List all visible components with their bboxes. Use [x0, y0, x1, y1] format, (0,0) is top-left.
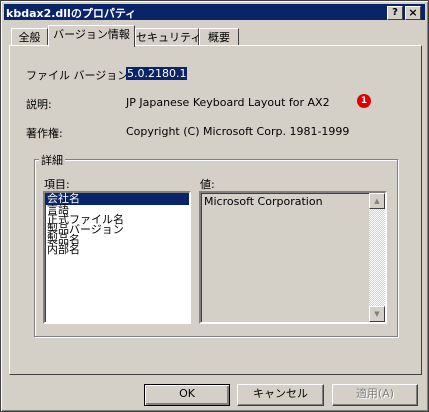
scroll-up-icon[interactable]: ▲ — [369, 193, 385, 209]
value-textbox[interactable]: Microsoft Corporation ▲ ▼ — [199, 191, 387, 324]
file-version-label: ファイル バージョン: — [26, 69, 132, 82]
value-label: 値: — [200, 178, 215, 191]
details-group-label: 詳細 — [39, 152, 65, 168]
file-version-value[interactable]: 5.0.2180.1 — [126, 67, 188, 80]
scroll-down-icon[interactable]: ▼ — [369, 306, 385, 322]
description-value[interactable]: JP Japanese Keyboard Layout for AX2 — [126, 96, 330, 109]
copyright-label: 著作権: — [26, 127, 63, 140]
annotation-marker: 1 — [357, 94, 371, 108]
items-label: 項目: — [44, 178, 70, 191]
window-title: kbdax2.dllのプロパティ — [6, 7, 137, 20]
items-listbox[interactable]: 会社名 言語 正式ファイル名 製品バージョン 製品名 内部名 — [43, 191, 191, 324]
tab-version[interactable]: バージョン情報 — [48, 25, 135, 47]
value-scrollbar[interactable]: ▲ ▼ — [369, 193, 385, 322]
ok-button[interactable]: OK — [144, 384, 230, 406]
description-label: 説明: — [26, 98, 52, 111]
help-button[interactable]: ? — [387, 6, 403, 20]
apply-button[interactable]: 適用(A) — [332, 384, 418, 406]
title-bar[interactable]: kbdax2.dllのプロパティ ? × — [4, 4, 425, 20]
properties-dialog: kbdax2.dllのプロパティ ? × 全般 バージョン情報 セキュリティ 概… — [0, 0, 429, 412]
list-item[interactable]: 内部名 — [45, 244, 189, 255]
cancel-button[interactable]: キャンセル — [237, 384, 324, 406]
copyright-value[interactable]: Copyright (C) Microsoft Corp. 1981-1999 — [126, 125, 349, 138]
close-button[interactable]: × — [405, 6, 421, 20]
value-text[interactable]: Microsoft Corporation — [204, 195, 323, 208]
